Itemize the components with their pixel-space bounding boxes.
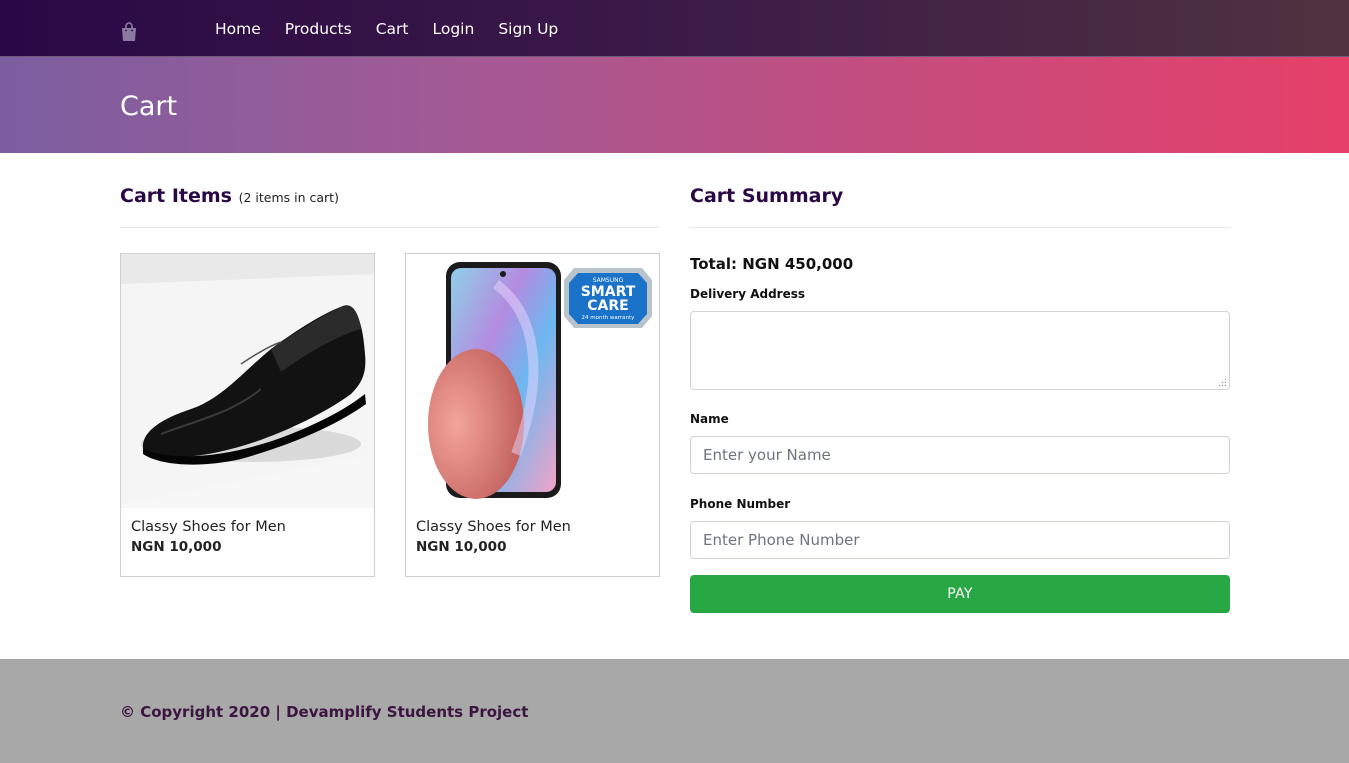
cart-items-divider [120, 227, 660, 228]
cart-items-count: (2 items in cart) [238, 190, 339, 205]
page-banner: Cart [0, 57, 1349, 153]
smartphone-image: SAMSUNG SMART CARE 24 month warranty [406, 254, 659, 508]
badge-line3: CARE [587, 298, 628, 314]
pay-button[interactable]: PAY [690, 575, 1230, 613]
cart-total: Total: NGN 450,000 [690, 255, 854, 273]
page-title: Cart [120, 91, 178, 122]
navbar: Home Products Cart Login Sign Up [0, 0, 1349, 57]
badge-line4: 24 month warranty [582, 315, 636, 321]
cart-item-card[interactable]: Classy Shoes for Men NGN 10,000 [120, 253, 375, 577]
phone-number-input[interactable] [690, 521, 1230, 559]
black-leather-shoe-image [121, 254, 374, 508]
nav-login-link[interactable]: Login [433, 20, 475, 38]
nav-links: Home Products Cart Login Sign Up [215, 0, 582, 57]
nav-cart-link[interactable]: Cart [376, 20, 409, 38]
name-label: Name [690, 412, 729, 426]
cart-item-price: NGN 10,000 [416, 539, 507, 555]
cart-item-price: NGN 10,000 [131, 539, 222, 555]
cart-summary-title: Cart Summary [690, 185, 844, 207]
phone-number-label: Phone Number [690, 497, 791, 511]
cart-item-name[interactable]: Classy Shoes for Men [416, 519, 571, 535]
cart-summary-divider [690, 227, 1230, 228]
nav-home-link[interactable]: Home [215, 20, 261, 38]
resize-grip-icon[interactable] [1218, 378, 1227, 387]
cart-item-name[interactable]: Classy Shoes for Men [131, 519, 286, 535]
nav-signup-link[interactable]: Sign Up [498, 20, 558, 38]
name-input[interactable] [690, 436, 1230, 474]
nav-products-link[interactable]: Products [285, 20, 352, 38]
delivery-address-label: Delivery Address [690, 287, 806, 301]
cart-items-title: Cart Items [120, 185, 232, 207]
smart-care-badge: SAMSUNG SMART CARE 24 month warranty [564, 268, 652, 328]
delivery-address-textarea[interactable] [690, 311, 1230, 390]
badge-line1: SAMSUNG [593, 277, 624, 284]
cart-item-card[interactable]: SAMSUNG SMART CARE 24 month warranty Cla… [405, 253, 660, 577]
footer-copyright: © Copyright 2020 | Devamplify Students P… [120, 703, 529, 721]
footer: © Copyright 2020 | Devamplify Students P… [0, 659, 1349, 763]
cart-items-heading: Cart Items (2 items in cart) [120, 185, 339, 207]
shopping-bag-icon[interactable] [120, 22, 138, 42]
